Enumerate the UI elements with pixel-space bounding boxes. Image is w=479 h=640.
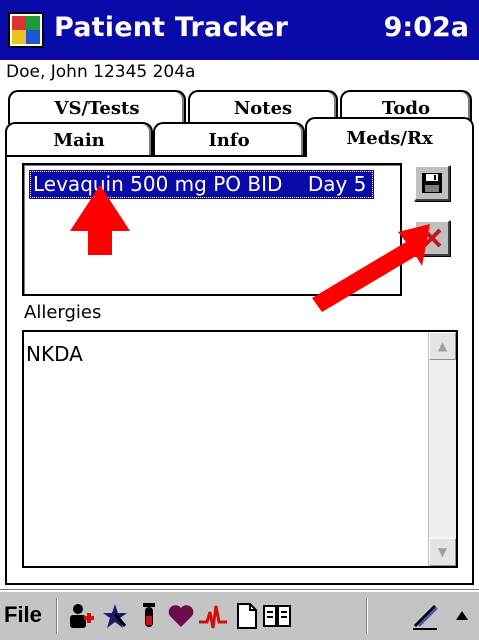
tab-main[interactable]: Main — [5, 122, 153, 156]
annotation-arrow-up — [70, 185, 130, 255]
patient-info: Doe, John 12345 204a — [6, 62, 196, 82]
patients-icon[interactable] — [66, 600, 96, 632]
floppy-disk-icon — [422, 173, 442, 193]
up-arrow-icon[interactable] — [450, 600, 474, 632]
file-menu[interactable]: File — [4, 602, 42, 628]
command-bar: File — [0, 590, 479, 640]
annotation-arrow-diagonal — [312, 224, 430, 312]
procedure-icon[interactable] — [100, 600, 130, 632]
tab-info[interactable]: Info — [153, 122, 305, 156]
ecg-icon[interactable] — [198, 600, 228, 632]
separator — [366, 598, 368, 634]
save-button[interactable] — [414, 165, 450, 201]
allergies-value: NKDA — [26, 342, 83, 366]
tab-vs-tests[interactable]: VS/Tests — [8, 90, 186, 124]
book-icon[interactable] — [262, 600, 292, 632]
allergies-label: Allergies — [24, 302, 102, 323]
allergies-scrollbar[interactable]: ▲ ▼ — [428, 332, 456, 566]
title-bar: Patient Tracker 9:02a — [0, 0, 479, 60]
test-tube-icon[interactable] — [134, 600, 164, 632]
scroll-down-icon: ▼ — [437, 545, 448, 559]
app-title: Patient Tracker — [54, 12, 289, 43]
scroll-up-button[interactable]: ▲ — [429, 332, 456, 360]
pen-icon[interactable] — [410, 600, 440, 632]
patient-tracker-app-icon[interactable] — [8, 12, 44, 48]
heart-icon[interactable] — [166, 600, 196, 632]
panel-divider — [5, 155, 305, 157]
note-page-icon[interactable] — [232, 600, 262, 632]
scroll-down-button[interactable]: ▼ — [429, 538, 456, 566]
scroll-up-icon: ▲ — [437, 339, 448, 353]
separator — [56, 598, 58, 634]
tab-meds-rx[interactable]: Meds/Rx — [305, 117, 474, 157]
clock[interactable]: 9:02a — [384, 12, 469, 43]
allergies-field[interactable]: NKDA ▲ ▼ — [22, 330, 458, 568]
